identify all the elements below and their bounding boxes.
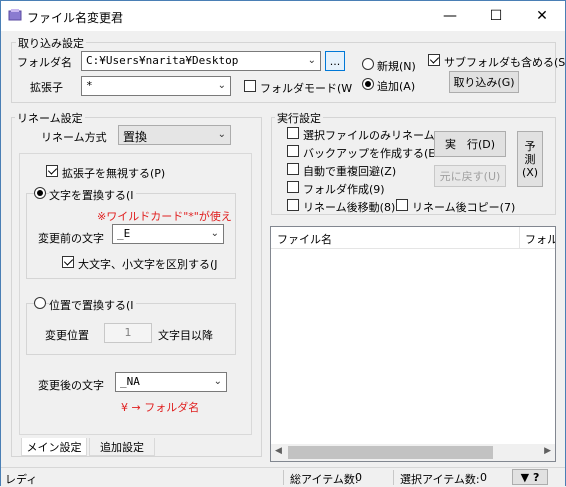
replace-position-radio[interactable] [34,297,46,309]
help-button[interactable]: ▼ ? [512,469,548,485]
scrollbar-thumb[interactable] [288,446,493,459]
total-items-label: 総アイテム数: [290,473,359,486]
run-button[interactable]: 実 行(D) [434,131,506,157]
rename-method-select[interactable]: 置換 ⌄ [118,125,231,145]
copy-after-rename-checkbox[interactable] [396,199,408,211]
preview-button-label-2: 測 [524,152,536,166]
before-text-value: _E [117,227,131,240]
position-input[interactable]: 1 [104,323,152,343]
create-folder-label: フォルダ作成(9) [303,183,385,196]
undo-button[interactable]: 元に戻す(U) [434,165,506,187]
avoid-duplicate-label: 自動で重複回避(Z) [303,165,397,178]
selected-only-checkbox[interactable] [287,127,299,139]
preview-button[interactable]: 予 測 (X) [517,131,543,187]
browse-button[interactable]: ... [325,51,345,71]
extension-combo[interactable]: * ⌄ [81,76,231,96]
import-settings-title: 取り込み設定 [16,35,86,51]
status-bar: レディ 総アイテム数: 0 選択アイテム数: 0 ▼ ? [1,467,565,486]
app-window: ファイル名変更君 — ☐ ✕ 取り込み設定 フォルダ名 C:¥Users¥nar… [0,0,566,486]
chevron-down-icon: ⌄ [210,228,219,239]
import-button[interactable]: 取り込み(G) [449,71,519,93]
after-text-label: 変更後の文字 [38,379,104,392]
preview-button-label-1: 予 [524,139,536,153]
extension-label: 拡張子 [30,81,63,94]
position-value: 1 [124,326,132,339]
horizontal-scrollbar[interactable]: ◀ ▶ [271,444,555,461]
column-separator[interactable] [519,227,520,249]
status-ready: レディ [5,473,38,486]
tab-additional-settings[interactable]: 追加設定 [89,438,155,456]
avoid-duplicate-checkbox[interactable] [287,163,299,175]
chevron-down-icon: ⌄ [307,55,316,66]
folder-name-label: フォルダ名 [17,56,72,69]
rename-method-label: リネーム方式 [41,131,107,144]
folder-mode-label: フォルダモード(W [260,82,353,95]
column-header-folder[interactable]: フォル [525,231,555,247]
after-text-combo[interactable]: _NA ⌄ [115,372,227,392]
before-text-label: 変更前の文字 [38,232,104,245]
copy-after-rename-label: リネーム後コピー(7) [412,201,516,214]
chevron-down-icon: ⌄ [213,376,222,387]
close-button[interactable]: ✕ [519,1,565,31]
position-label: 変更位置 [45,329,89,342]
scroll-left-icon[interactable]: ◀ [275,446,282,456]
after-text-value: _NA [120,375,140,388]
file-list[interactable]: ファイル名 フォル ◀ ▶ [270,226,556,462]
minimize-button[interactable]: — [427,1,473,31]
position-suffix: 文字目以降 [158,329,213,342]
before-text-combo[interactable]: _E ⌄ [112,224,224,244]
folder-name-value: C:¥Users¥narita¥Desktop [86,54,239,67]
move-after-rename-label: リネーム後移動(8) [303,201,396,214]
mode-add-label: 追加(A) [377,80,416,93]
scroll-right-icon[interactable]: ▶ [544,446,551,456]
extension-value: * [86,79,93,92]
replace-text-label: 文字を置換する(I [49,187,136,203]
include-subfolders-checkbox[interactable] [428,54,440,66]
chevron-down-icon: ⌄ [217,129,226,140]
create-folder-checkbox[interactable] [287,181,299,193]
total-items-value: 0 [355,471,362,484]
mode-add-radio[interactable] [362,78,374,90]
exec-settings-title: 実行設定 [275,110,323,126]
status-separator [283,470,284,485]
folder-name-combo[interactable]: C:¥Users¥narita¥Desktop ⌄ [81,51,321,71]
file-list-header: ファイル名 フォル [271,227,555,249]
mode-new-label: 新規(N) [377,60,416,73]
window-title: ファイル名変更君 [27,11,124,25]
replace-text-radio[interactable] [34,187,46,199]
app-icon [8,9,22,21]
chevron-down-icon: ⌄ [217,80,226,91]
ignore-extension-label: 拡張子を無視する(P) [62,167,166,180]
move-after-rename-checkbox[interactable] [287,199,299,211]
case-sensitive-label: 大文字、小文字を区別する(J [78,258,218,271]
column-header-filename[interactable]: ファイル名 [277,231,332,247]
selected-items-label: 選択アイテム数: [400,473,480,486]
folder-name-note: ¥ → フォルダ名 [121,401,200,414]
mode-new-radio[interactable] [362,58,374,70]
backup-checkbox[interactable] [287,145,299,157]
status-separator [393,470,394,485]
case-sensitive-checkbox[interactable] [62,256,74,268]
include-subfolders-label: サブフォルダも含める(S [444,56,566,69]
selected-only-label: 選択ファイルのみリネーム( [303,129,439,142]
tab-main-settings[interactable]: メイン設定 [21,438,87,456]
ignore-extension-checkbox[interactable] [46,165,58,177]
folder-mode-checkbox[interactable] [244,80,256,92]
selected-items-value: 0 [480,471,487,484]
rename-method-value: 置換 [123,130,148,144]
preview-button-label-3: (X) [521,165,539,179]
backup-label: バックアップを作成する(E [303,147,436,160]
rename-settings-title: リネーム設定 [15,110,85,126]
maximize-button[interactable]: ☐ [473,1,519,31]
replace-position-label: 位置で置換する(I [49,297,136,313]
title-bar: ファイル名変更君 — ☐ ✕ [1,1,565,31]
wildcard-note: ※ワイルドカード"*"が使え [97,210,232,223]
